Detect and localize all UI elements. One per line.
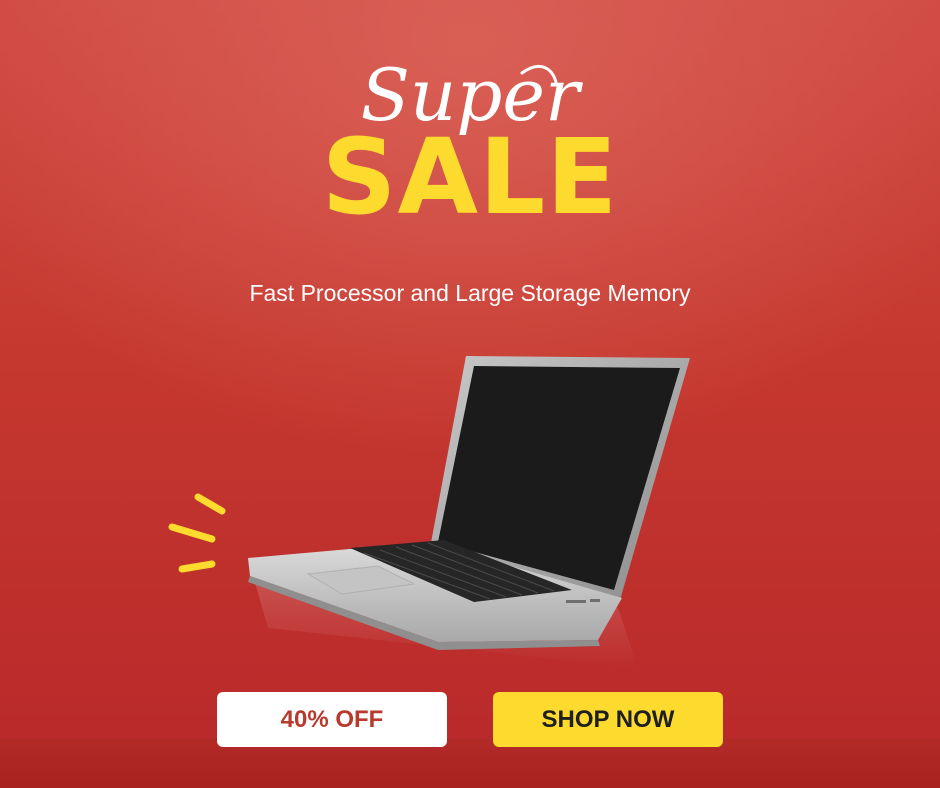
subtitle-text: Fast Processor and Large Storage Memory [249, 280, 691, 306]
shop-now-label: SHOP NOW [541, 705, 675, 733]
sale-banner: Super SALE Fast Processor and Large Stor… [0, 0, 940, 788]
laptop-icon [248, 356, 690, 668]
discount-label: 40% OFF [280, 705, 384, 733]
floor-band [0, 738, 940, 788]
discount-button[interactable]: 40% OFF [217, 692, 447, 747]
sale-heading: SALE [321, 116, 619, 238]
sparkle-lines-icon [168, 493, 226, 573]
shop-now-button[interactable]: SHOP NOW [493, 692, 723, 747]
